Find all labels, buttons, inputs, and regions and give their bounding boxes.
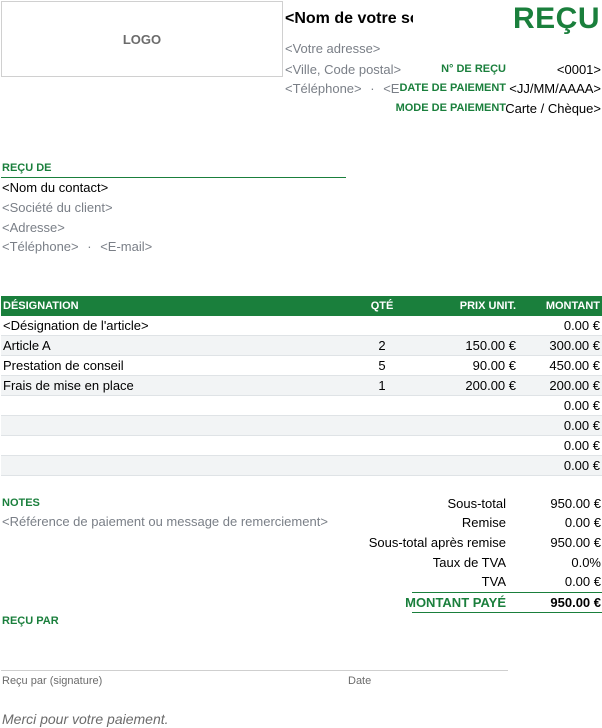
logo-placeholder: LOGO [1,1,283,77]
row-unit-price [419,395,518,416]
table-header-row: DÉSIGNATION QTÉ PRIX UNIT. MONTANT [1,296,602,316]
col-amount: MONTANT [518,296,602,316]
payment-date-label: DATE DE PAIEMENT [399,82,506,94]
row-unit-price [419,435,518,456]
row-amount: 0.00 € [518,395,602,416]
recipient-email: <E-mail> [100,239,153,254]
separator-dot: · [370,81,375,96]
payment-method-value: Carte / Chèque> [505,101,601,116]
row-designation [1,435,345,456]
row-quantity: 5 [345,355,419,376]
table-row: 0.00 € [1,435,602,456]
recipient-address: <Adresse> [2,220,65,235]
row-unit-price [419,415,518,436]
subtotal-after-discount-value: 950.00 € [550,535,601,550]
col-quantity: QTÉ [345,296,419,316]
payment-method-label: MODE DE PAIEMENT [395,102,506,114]
row-unit-price: 150.00 € [419,335,518,356]
payment-date-value: <JJ/MM/AAAA> [509,81,601,96]
tax-rate-value: 0.0% [571,555,601,570]
notes-heading: NOTES [2,497,40,509]
row-designation [1,455,345,476]
amount-paid-label: MONTANT PAYÉ [405,595,506,610]
row-amount: 300.00 € [518,335,602,356]
row-designation: Prestation de conseil [1,355,345,376]
table-row: Frais de mise en place 1 200.00 € 200.00… [1,375,602,396]
row-designation: Frais de mise en place [1,375,345,396]
total-top-rule [412,592,602,593]
row-amount: 450.00 € [518,355,602,376]
discount-value: 0.00 € [564,515,601,530]
company-address: <Votre adresse> [285,41,381,56]
subtotal-value: 950.00 € [550,496,601,511]
signature-label: Reçu par (signature) [2,675,103,687]
row-unit-price: 200.00 € [419,375,518,396]
table-row: 0.00 € [1,415,602,436]
tax-label: TVA [481,574,506,589]
table-row: Article A 2 150.00 € 300.00 € [1,335,602,356]
row-designation: Article A [1,335,345,356]
subtotal-label: Sous-total [447,496,506,511]
row-unit-price: 90.00 € [419,355,518,376]
row-quantity [345,395,419,416]
recipient-contact-line: <Téléphone> · <E-mail> [2,239,152,254]
subtotal-after-discount-label: Sous-total après remise [368,535,506,550]
company-email: <E [383,81,400,96]
row-quantity [345,435,419,456]
receipt-number-label: N° DE REÇU [441,63,506,75]
signature-date-label: Date [348,675,372,687]
thank-you-note: Merci pour votre paiement. [2,711,169,727]
row-quantity: 2 [345,335,419,356]
company-name: <Nom de votre so [285,10,413,27]
row-quantity [345,415,419,436]
company-phone: <Téléphone> [285,81,362,96]
recipient-contact: <Nom du contact> [2,180,109,195]
row-quantity [345,316,419,336]
table-row: Prestation de conseil 5 90.00 € 450.00 € [1,355,602,376]
row-designation [1,395,345,416]
recipient-company: <Société du client> [2,200,113,215]
amount-paid-value: 950.00 € [550,595,601,610]
row-unit-price [419,316,518,336]
row-unit-price [419,455,518,476]
discount-label: Remise [461,515,506,530]
recipient-phone: <Téléphone> [2,239,79,254]
separator-dot: · [87,239,92,254]
col-designation: DÉSIGNATION [1,296,345,316]
company-contact-line: <Téléphone> · <E [285,81,399,96]
row-amount: 0.00 € [518,435,602,456]
signature-line [1,670,508,671]
tax-rate-label: Taux de TVA [432,555,506,570]
table-row: 0.00 € [1,455,602,476]
document-title: REÇU [512,2,600,35]
row-quantity: 1 [345,375,419,396]
row-amount: 0.00 € [518,415,602,436]
company-city: <Ville, Code postal> [285,62,402,77]
row-designation: <Désignation de l'article> [1,316,345,336]
recipient-heading: REÇU DE [2,162,52,174]
table-row: <Désignation de l'article> 0.00 € [1,316,602,336]
items-table: DÉSIGNATION QTÉ PRIX UNIT. MONTANT <Dési… [1,296,602,476]
table-row: 0.00 € [1,395,602,416]
receipt-number-value: <0001> [556,62,601,77]
row-amount: 0.00 € [518,455,602,476]
col-unit-price: PRIX UNIT. [419,296,518,316]
received-by-heading: REÇU PAR [2,615,59,627]
recipient-divider [1,177,346,178]
row-amount: 200.00 € [518,375,602,396]
total-bottom-rule [412,612,602,613]
row-amount: 0.00 € [518,316,602,336]
tax-value: 0.00 € [564,574,601,589]
row-designation [1,415,345,436]
notes-text: <Référence de paiement ou message de rem… [2,514,328,529]
row-quantity [345,455,419,476]
